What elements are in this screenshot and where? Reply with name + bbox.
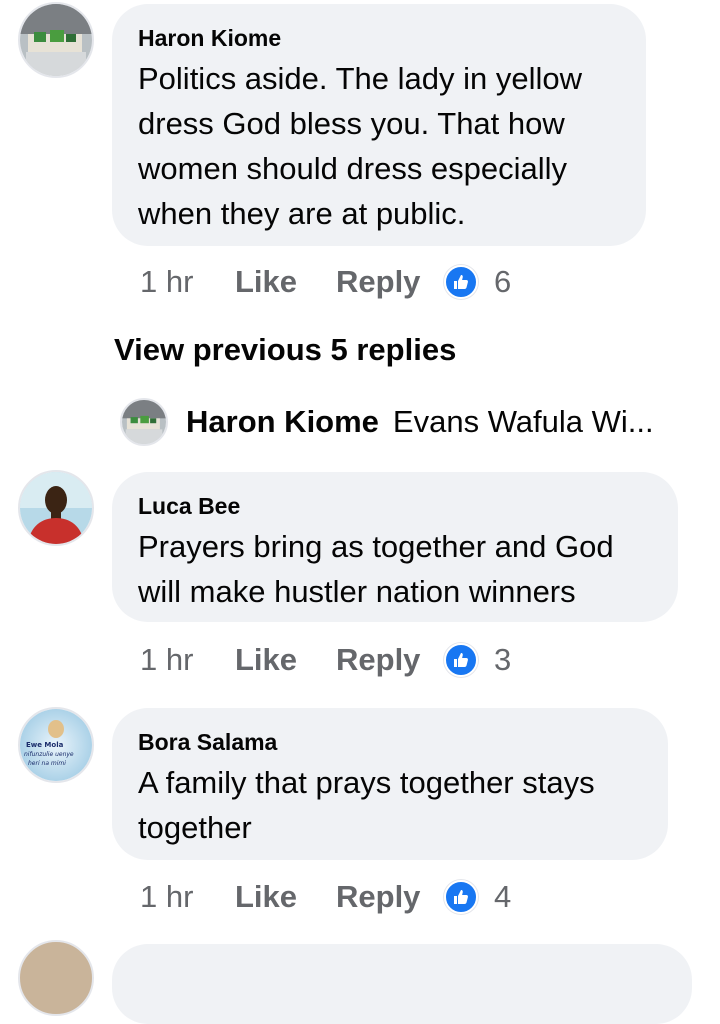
comment-actions: 1 hr Like Reply 6 bbox=[140, 262, 511, 302]
thumbs-up-icon bbox=[444, 265, 478, 299]
avatar bbox=[120, 398, 168, 446]
avatar[interactable] bbox=[18, 2, 94, 78]
view-previous-replies-link[interactable]: View previous 5 replies bbox=[114, 330, 456, 370]
reply-snippet: Evans Wafula Wi... bbox=[392, 404, 654, 439]
avatar-text-line: Ewe Mola bbox=[26, 741, 64, 749]
reply-author: Haron Kiome bbox=[186, 404, 379, 439]
like-button[interactable]: Like bbox=[235, 642, 336, 678]
avatar-text-line: heri na mimi bbox=[28, 760, 66, 767]
avatar-person-photo bbox=[20, 472, 92, 544]
reaction-count[interactable]: 4 bbox=[444, 879, 511, 915]
comment-author[interactable]: Haron Kiome bbox=[138, 24, 622, 52]
comment-actions: 1 hr Like Reply 4 bbox=[140, 877, 511, 917]
comment-actions: 1 hr Like Reply 3 bbox=[140, 640, 511, 680]
comment-bubble: Luca Bee Prayers bring as together and G… bbox=[112, 472, 678, 622]
comment-bubble: Bora Salama A family that prays together… bbox=[112, 708, 668, 860]
comment-bubble: Haron Kiome Politics aside. The lady in … bbox=[112, 4, 646, 246]
comment-text: Prayers bring as together and God will m… bbox=[138, 529, 614, 609]
comment-bubble bbox=[112, 944, 692, 1024]
comment-text: A family that prays together stays toget… bbox=[138, 765, 595, 845]
comment-text: Politics aside. The lady in yellow dress… bbox=[138, 61, 582, 231]
comment-time[interactable]: 1 hr bbox=[140, 879, 235, 915]
thumbs-up-icon bbox=[444, 880, 478, 914]
comment-author[interactable]: Bora Salama bbox=[138, 728, 644, 756]
like-count: 6 bbox=[494, 264, 512, 299]
reaction-count[interactable]: 3 bbox=[444, 642, 511, 678]
like-count: 3 bbox=[494, 642, 512, 677]
avatar-text-line: nifunzulie uenye bbox=[24, 751, 74, 758]
avatar-desk-photo bbox=[122, 400, 166, 444]
comment-time[interactable]: 1 hr bbox=[140, 264, 235, 300]
reaction-count[interactable]: 6 bbox=[444, 264, 511, 300]
comment-author[interactable]: Luca Bee bbox=[138, 492, 654, 520]
like-count: 4 bbox=[494, 879, 512, 914]
avatar-desk-photo bbox=[20, 4, 92, 76]
like-button[interactable]: Like bbox=[235, 879, 336, 915]
avatar[interactable] bbox=[18, 470, 94, 546]
avatar[interactable]: Ewe Mola nifunzulie uenye heri na mimi bbox=[18, 707, 94, 783]
reply-button[interactable]: Reply bbox=[336, 642, 444, 678]
like-button[interactable]: Like bbox=[235, 264, 336, 300]
reply-button[interactable]: Reply bbox=[336, 879, 444, 915]
avatar[interactable] bbox=[18, 940, 94, 1016]
reply-button[interactable]: Reply bbox=[336, 264, 444, 300]
avatar-text-image: Ewe Mola nifunzulie uenye heri na mimi bbox=[20, 709, 92, 781]
reply-preview[interactable]: Haron Kiome Evans Wafula Wi... bbox=[120, 396, 700, 448]
comment-time[interactable]: 1 hr bbox=[140, 642, 235, 678]
thumbs-up-icon bbox=[444, 643, 478, 677]
